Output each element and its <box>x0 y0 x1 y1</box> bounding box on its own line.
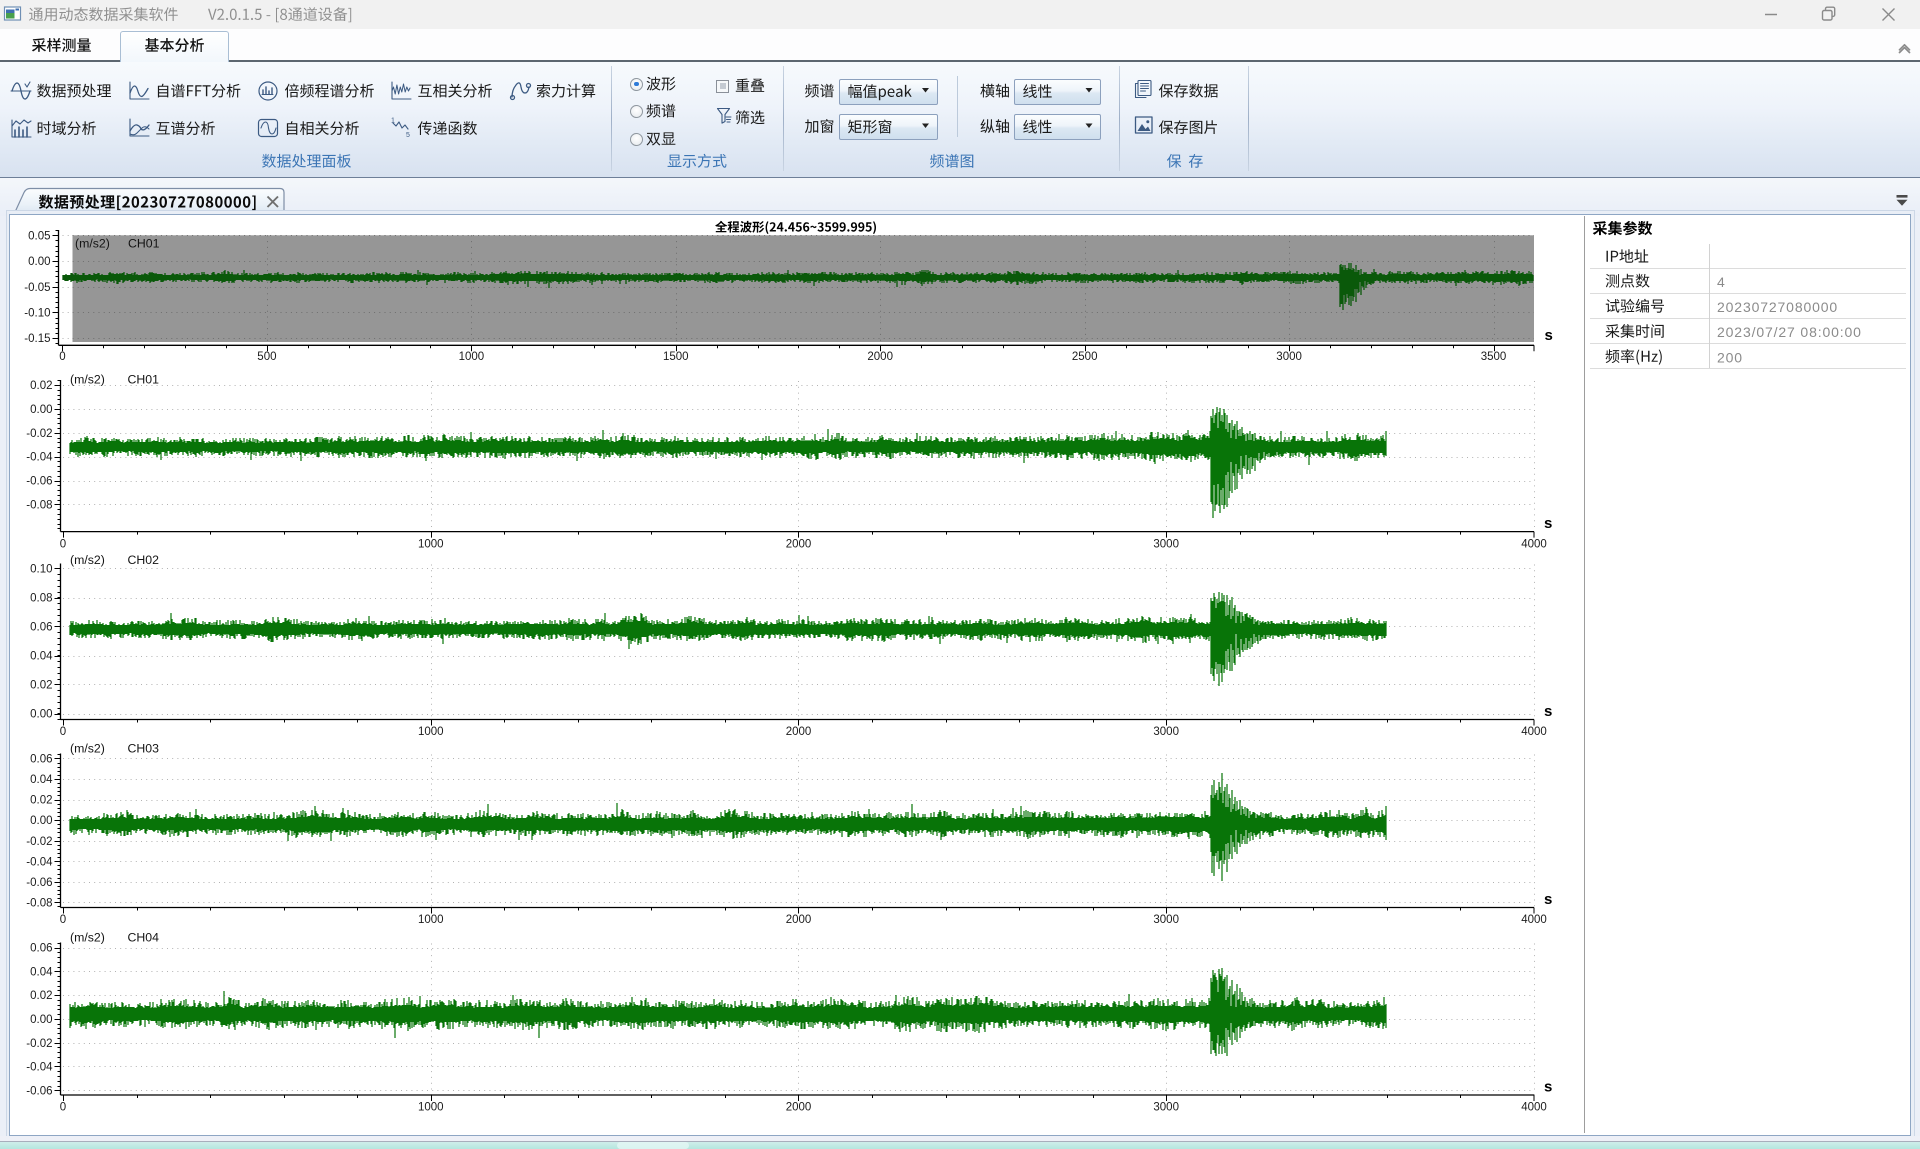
svg-text:0.04: 0.04 <box>30 966 53 978</box>
svg-text:1000: 1000 <box>418 914 444 926</box>
svg-text:(m/s2): (m/s2) <box>70 742 105 756</box>
svg-text:0: 0 <box>60 726 66 738</box>
svg-text:4: 4 <box>1717 274 1726 290</box>
svg-text:2500: 2500 <box>1072 351 1098 363</box>
svg-text:200: 200 <box>1717 349 1743 365</box>
svg-text:0.00: 0.00 <box>30 815 52 827</box>
svg-text:3000: 3000 <box>1153 914 1179 926</box>
svg-text:0.04: 0.04 <box>30 774 53 786</box>
svg-text:2000: 2000 <box>786 538 812 550</box>
svg-text:0: 0 <box>60 538 66 550</box>
svg-text:2000: 2000 <box>786 726 812 738</box>
svg-text:3500: 3500 <box>1481 351 1507 363</box>
svg-text:0.02: 0.02 <box>30 795 52 807</box>
svg-text:3000: 3000 <box>1153 538 1179 550</box>
svg-text:1: 1 <box>391 118 395 125</box>
svg-text:CH01: CH01 <box>128 373 160 387</box>
svg-text:4000: 4000 <box>1521 726 1547 738</box>
svg-text:CH01: CH01 <box>128 237 160 251</box>
svg-text:-0.06: -0.06 <box>26 1085 52 1097</box>
svg-text:4000: 4000 <box>1521 538 1547 550</box>
svg-text:0: 0 <box>60 914 66 926</box>
svg-text:0.00: 0.00 <box>30 1014 52 1026</box>
svg-text:3000: 3000 <box>1153 726 1179 738</box>
svg-text:2000: 2000 <box>786 914 812 926</box>
svg-text:CH03: CH03 <box>128 742 160 756</box>
svg-text:-0.04: -0.04 <box>26 856 53 868</box>
svg-text:0.04: 0.04 <box>30 651 53 663</box>
svg-text:1000: 1000 <box>418 726 444 738</box>
svg-text:-0.06: -0.06 <box>26 476 52 488</box>
svg-text:-0.08: -0.08 <box>26 500 52 512</box>
svg-text:(m/s2): (m/s2) <box>70 373 105 387</box>
svg-text:0.02: 0.02 <box>30 680 52 692</box>
svg-text:0: 0 <box>60 1102 66 1114</box>
svg-text:-0.02: -0.02 <box>26 1038 52 1050</box>
svg-text:-0.05: -0.05 <box>24 282 50 294</box>
svg-text:-0.06: -0.06 <box>26 877 52 889</box>
svg-text:CH02: CH02 <box>128 553 160 567</box>
svg-text:s: s <box>1544 1079 1552 1096</box>
svg-text:-0.04: -0.04 <box>26 1062 53 1074</box>
svg-text:-0.02: -0.02 <box>26 428 52 440</box>
svg-text:0.08: 0.08 <box>30 593 52 605</box>
svg-text:-0.02: -0.02 <box>26 836 52 848</box>
svg-text:-0.10: -0.10 <box>24 308 50 320</box>
svg-text:s: s <box>1545 327 1553 344</box>
svg-text:0.05: 0.05 <box>28 230 50 242</box>
svg-text:-0.08: -0.08 <box>26 898 52 910</box>
svg-text:-0.15: -0.15 <box>24 333 50 345</box>
svg-text:s: s <box>1544 515 1552 532</box>
svg-text:0.06: 0.06 <box>30 943 52 955</box>
svg-text:4000: 4000 <box>1521 914 1547 926</box>
svg-text:s: s <box>1544 703 1552 720</box>
svg-text:0.06: 0.06 <box>30 754 52 766</box>
svg-text:5: 5 <box>406 132 410 139</box>
svg-text:2000: 2000 <box>867 351 893 363</box>
svg-text:(m/s2): (m/s2) <box>70 931 105 945</box>
svg-text:0.10: 0.10 <box>30 564 52 576</box>
svg-text:-0.04: -0.04 <box>26 452 53 464</box>
svg-text:0.02: 0.02 <box>30 380 52 392</box>
svg-text:1500: 1500 <box>663 351 689 363</box>
svg-text:0.00: 0.00 <box>28 256 50 268</box>
svg-text:0.02: 0.02 <box>30 990 52 1002</box>
svg-text:3000: 3000 <box>1276 351 1302 363</box>
svg-text:0.00: 0.00 <box>30 404 52 416</box>
svg-text:3000: 3000 <box>1153 1102 1179 1114</box>
svg-text:(m/s2): (m/s2) <box>70 553 105 567</box>
svg-text:4000: 4000 <box>1521 1102 1547 1114</box>
svg-text:s: s <box>1544 891 1552 908</box>
svg-text:2023/07/27 08:00:00: 2023/07/27 08:00:00 <box>1717 324 1862 340</box>
svg-text:CH04: CH04 <box>128 931 160 945</box>
svg-text:500: 500 <box>257 351 276 363</box>
svg-text:0.00: 0.00 <box>30 709 52 721</box>
svg-text:1000: 1000 <box>418 538 444 550</box>
svg-text:1000: 1000 <box>418 1102 444 1114</box>
svg-text:1000: 1000 <box>459 351 485 363</box>
svg-text:0.06: 0.06 <box>30 622 52 634</box>
svg-text:0: 0 <box>59 351 65 363</box>
svg-text:20230727080000: 20230727080000 <box>1717 299 1838 315</box>
svg-text:2000: 2000 <box>786 1102 812 1114</box>
svg-text:(m/s2): (m/s2) <box>75 237 110 251</box>
